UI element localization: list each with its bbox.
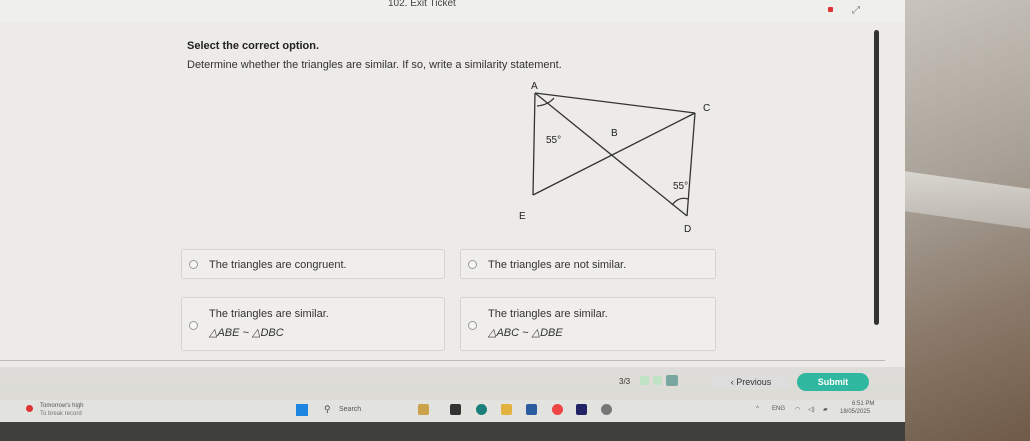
option-label: The triangles are congruent. [209,259,347,271]
angle-d-label: 55° [673,181,688,192]
progress-dot[interactable] [653,376,662,385]
radio-button[interactable] [468,260,477,269]
label-c: C [703,103,710,114]
taskbar-app-icon[interactable] [476,404,487,415]
photo-scene: 102. Exit Ticket ⤢ Select the correct op… [0,0,1030,441]
submit-label: Submit [817,377,849,387]
volume-icon[interactable]: ◁) [808,406,815,413]
clock-date[interactable]: 18/05/2025 [840,409,870,415]
taskbar-app-icon[interactable] [552,404,563,415]
label-b: B [611,128,618,139]
weather-text[interactable]: Tomorrow's high [40,403,84,409]
scrollbar[interactable] [874,30,879,325]
chevron-up-icon[interactable]: ^ [756,406,759,412]
taskbar-app-icon[interactable] [418,404,429,415]
background-wall [905,0,1030,441]
label-d: D [684,224,691,235]
triangle-diagram: A C B E D 55° 55° [519,81,710,235]
language-indicator[interactable]: ENG [772,406,785,412]
previous-button[interactable]: ‹ Previous [712,374,790,390]
taskbar-search[interactable]: Search [339,406,361,413]
radio-button[interactable] [468,321,477,330]
option-not-similar[interactable]: The triangles are not similar. [460,249,716,279]
progress-dot[interactable] [640,376,649,385]
battery-icon[interactable]: ▰ [823,406,828,413]
question-panel [0,22,905,367]
window-title: 102. Exit Ticket [388,0,456,9]
label-e: E [519,211,526,222]
clock-time[interactable]: 6:51 PM [852,401,874,407]
option-similar-abc-dbe[interactable]: The triangles are similar. △ABC ~ △DBE [460,297,716,351]
title-bar: 102. Exit Ticket ⤢ [0,0,905,22]
segment-ec [532,112,696,196]
expand-icon[interactable]: ⤢ [852,5,860,16]
laptop-bezel [0,422,905,441]
question-counter: 3/3 [619,377,631,386]
segment-cd [686,112,696,217]
radio-button[interactable] [189,260,198,269]
segment-ae [532,92,536,196]
taskbar-app-icon[interactable] [450,404,461,415]
question-prompt: Determine whether the triangles are simi… [187,59,562,71]
similarity-statement: △ABC ~ △DBE [488,327,563,339]
angle-a-label: 55° [546,135,561,146]
label-a: A [531,81,538,92]
search-icon[interactable]: ⚲ [324,404,331,415]
question-heading: Select the correct option. [187,40,320,52]
divider [0,360,885,361]
settings-icon[interactable] [601,404,612,415]
taskbar-app-icon[interactable] [501,404,512,415]
option-label: The triangles are similar. [488,308,608,320]
previous-label: Previous [736,377,772,387]
segment-ad [534,92,688,217]
option-similar-abe-dbc[interactable]: The triangles are similar. △ABE ~ △DBC [181,297,445,351]
weather-alert-icon[interactable] [26,405,33,412]
progress-dot-current[interactable] [666,375,678,386]
taskbar-app-icon[interactable] [526,404,537,415]
wifi-icon[interactable]: ◠ [795,406,800,413]
option-congruent[interactable]: The triangles are congruent. [181,249,445,279]
status-icon [828,7,833,12]
taskbar-app-icon[interactable] [576,404,587,415]
laptop-screen: 102. Exit Ticket ⤢ Select the correct op… [0,0,905,422]
submit-button[interactable]: Submit [797,373,869,391]
segment-ac [534,92,696,114]
radio-button[interactable] [189,321,198,330]
angle-d-arc [671,197,689,206]
similarity-statement: △ABE ~ △DBC [209,327,284,339]
weather-subtext[interactable]: To break record [40,411,82,417]
windows-start-icon[interactable] [296,404,308,416]
option-label: The triangles are similar. [209,308,329,320]
option-label: The triangles are not similar. [488,259,627,271]
